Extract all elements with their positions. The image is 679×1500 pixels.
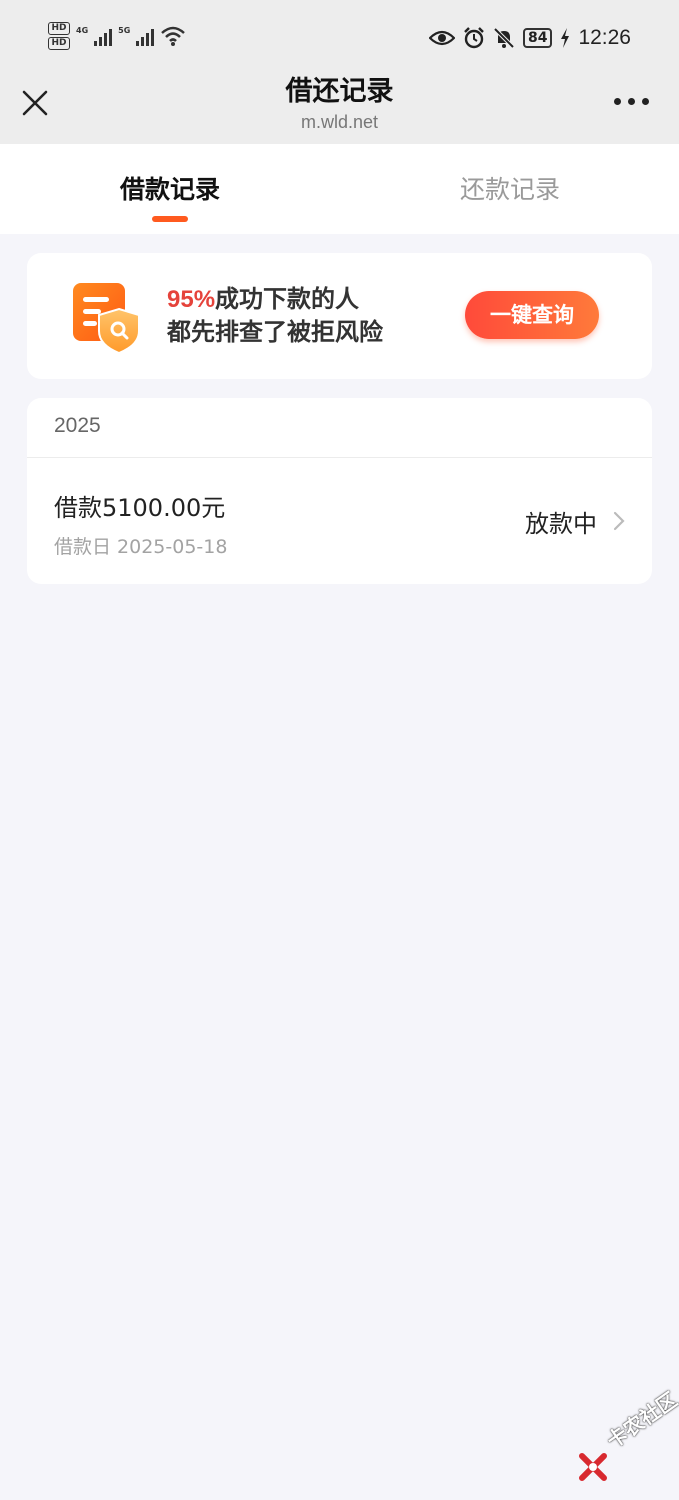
promo-message: 95%成功下款的人 都先排查了被拒风险 [167, 283, 383, 348]
record-year-header: 2025 [54, 414, 101, 437]
list-item[interactable]: 借款5100.00元 借款日 2025-05-18 放款中 [27, 458, 652, 584]
record-tabs: 借款记录 还款记录 [0, 144, 679, 234]
page-domain: m.wld.net [300, 112, 379, 132]
more-icon[interactable] [614, 98, 649, 105]
wifi-icon [161, 26, 186, 46]
status-bar-right: 84 12:26 [428, 26, 631, 50]
charging-icon [561, 28, 570, 48]
chevron-right-icon [613, 511, 625, 531]
page-title: 借还记录 [285, 76, 394, 107]
network-type-1: 4G [76, 26, 89, 35]
hd-indicators: HD HD [48, 22, 70, 50]
promo-highlight: 95% [167, 286, 216, 313]
battery-level: 84 [522, 28, 553, 48]
eye-icon [428, 30, 455, 46]
active-tab-indicator [152, 216, 188, 222]
alarm-icon [464, 27, 484, 49]
status-bar-left: HD HD 4G 5G [48, 22, 186, 50]
document-shield-icon [73, 283, 140, 353]
watermark-logo-icon [579, 1453, 607, 1481]
hd-badge-2: HD [48, 37, 70, 50]
hd-badge-1: HD [48, 22, 70, 35]
bell-muted-icon [493, 27, 515, 49]
network-type-2: 5G [118, 26, 131, 35]
tab-repay-records[interactable]: 还款记录 [390, 170, 630, 206]
watermark: 卡农社区 [578, 1387, 679, 1486]
signal-icon-1 [94, 26, 113, 46]
watermark-text: 卡农社区 [602, 1387, 679, 1453]
promo-line-1-rest: 成功下款的人 [215, 285, 360, 313]
tab-borrow-records[interactable]: 借款记录 [50, 170, 290, 206]
signal-icon-2 [136, 26, 155, 46]
promo-line-2: 都先排查了被拒风险 [167, 318, 383, 346]
loan-date: 借款日 2025-05-18 [54, 536, 228, 558]
status-bar: HD HD 4G 5G 84 12:26 [0, 0, 679, 76]
loan-status: 放款中 [525, 510, 597, 538]
records-card: 2025 借款5100.00元 借款日 2025-05-18 放款中 [27, 398, 652, 584]
promo-line-1: 95%成功下款的人 [167, 283, 383, 316]
promo-card[interactable]: 95%成功下款的人 都先排查了被拒风险 一键查询 [27, 253, 652, 379]
one-click-query-button[interactable]: 一键查询 [465, 291, 599, 339]
clock-time: 12:26 [578, 26, 631, 49]
nav-bar: 借还记录 m.wld.net [0, 76, 679, 144]
loan-amount: 借款5100.00元 [54, 494, 226, 522]
